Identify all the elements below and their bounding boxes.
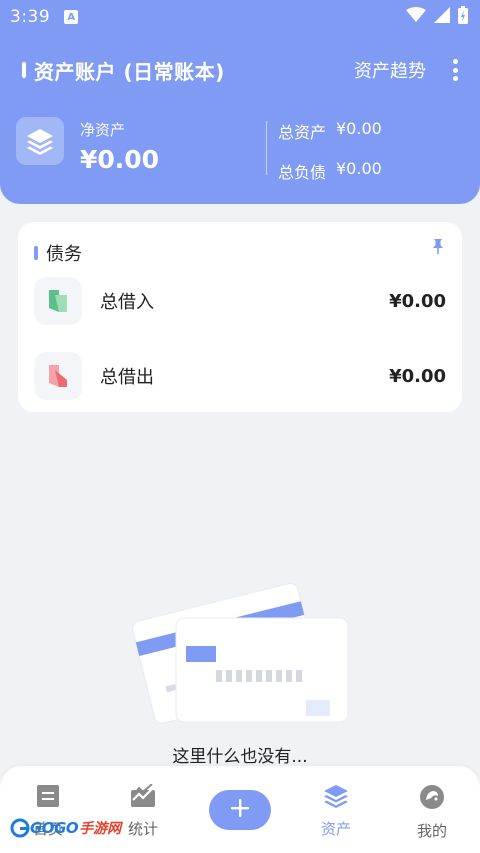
total-assets-label: 总资产 — [278, 123, 327, 142]
nav-profile[interactable]: 我的 — [392, 784, 472, 841]
total-assets-row: 总资产 ¥0.00 — [278, 119, 382, 143]
title-row: 资产账户 (日常账本) 资产趋势 — [0, 48, 480, 92]
total-liabilities-row: 总负债 ¥0.00 — [278, 159, 382, 183]
notification-badge: A — [64, 10, 79, 24]
total-assets-value: ¥0.00 — [336, 119, 382, 138]
watermark-brand: GOGO — [30, 819, 79, 837]
stats-icon — [130, 783, 156, 812]
asset-trend-link[interactable]: 资产趋势 — [354, 57, 426, 83]
status-bar: 3:39 A — [0, 0, 480, 34]
nav-assets-label: 资产 — [320, 820, 351, 838]
add-record-button[interactable] — [209, 790, 271, 830]
debt-row-lend-out[interactable]: 总借出 ¥0.00 — [34, 351, 446, 401]
profile-icon — [419, 784, 445, 814]
section-accent-bar — [34, 246, 38, 260]
status-icons — [406, 6, 468, 28]
pin-icon[interactable] — [430, 238, 446, 254]
watermark-suffix: 手游网 — [79, 821, 122, 837]
debt-row-amount: ¥0.00 — [389, 365, 446, 387]
net-assets-label: 净资产 — [80, 121, 126, 139]
bottom-nav: 首页 统计 资产 我的 — [0, 766, 480, 853]
more-vertical-icon[interactable] — [452, 59, 458, 81]
debt-card-title: 债务 — [46, 244, 82, 265]
net-assets-value: ¥0.00 — [80, 145, 160, 174]
total-liabilities-label: 总负债 — [278, 163, 327, 182]
layers-icon — [16, 117, 64, 165]
debt-card: 债务 总借入 ¥0.00 总借出 ¥0.00 — [18, 222, 462, 412]
debt-row-label: 总借入 — [100, 292, 154, 313]
home-icon — [36, 784, 60, 812]
gogo-watermark: GOGO 手游网 — [10, 818, 121, 838]
debt-row-label: 总借出 — [100, 367, 154, 388]
nav-profile-label: 我的 — [416, 822, 447, 840]
gogo-logo-icon — [10, 818, 30, 838]
status-time: 3:39 — [10, 7, 51, 27]
title-accent-bar — [22, 62, 26, 78]
signal-icon — [434, 7, 450, 27]
summary-divider — [266, 121, 267, 175]
assets-layers-icon — [323, 784, 349, 812]
empty-state-message: 这里什么也没有... — [172, 747, 308, 767]
asset-header: 3:39 A 资产账户 (日常账本) 资产趋势 净资产 ¥0.00 总资产 ¥0… — [0, 0, 480, 204]
nav-stats-label: 统计 — [127, 820, 158, 838]
debt-row-amount: ¥0.00 — [389, 290, 446, 312]
debt-row-borrow-in[interactable]: 总借入 ¥0.00 — [34, 276, 446, 326]
plus-icon — [230, 798, 250, 822]
nav-assets[interactable]: 资产 — [296, 784, 376, 839]
empty-cards-illustration — [128, 560, 358, 730]
asset-summary: 净资产 ¥0.00 总资产 ¥0.00 总负债 ¥0.00 — [16, 115, 464, 182]
total-liabilities-value: ¥0.00 — [336, 159, 382, 178]
wifi-icon — [406, 7, 426, 27]
battery-icon — [458, 6, 468, 28]
page-title[interactable]: 资产账户 (日常账本) — [34, 56, 225, 85]
borrow-in-icon — [34, 277, 82, 325]
debt-card-header: 债务 — [34, 240, 82, 266]
lend-out-icon — [34, 352, 82, 400]
